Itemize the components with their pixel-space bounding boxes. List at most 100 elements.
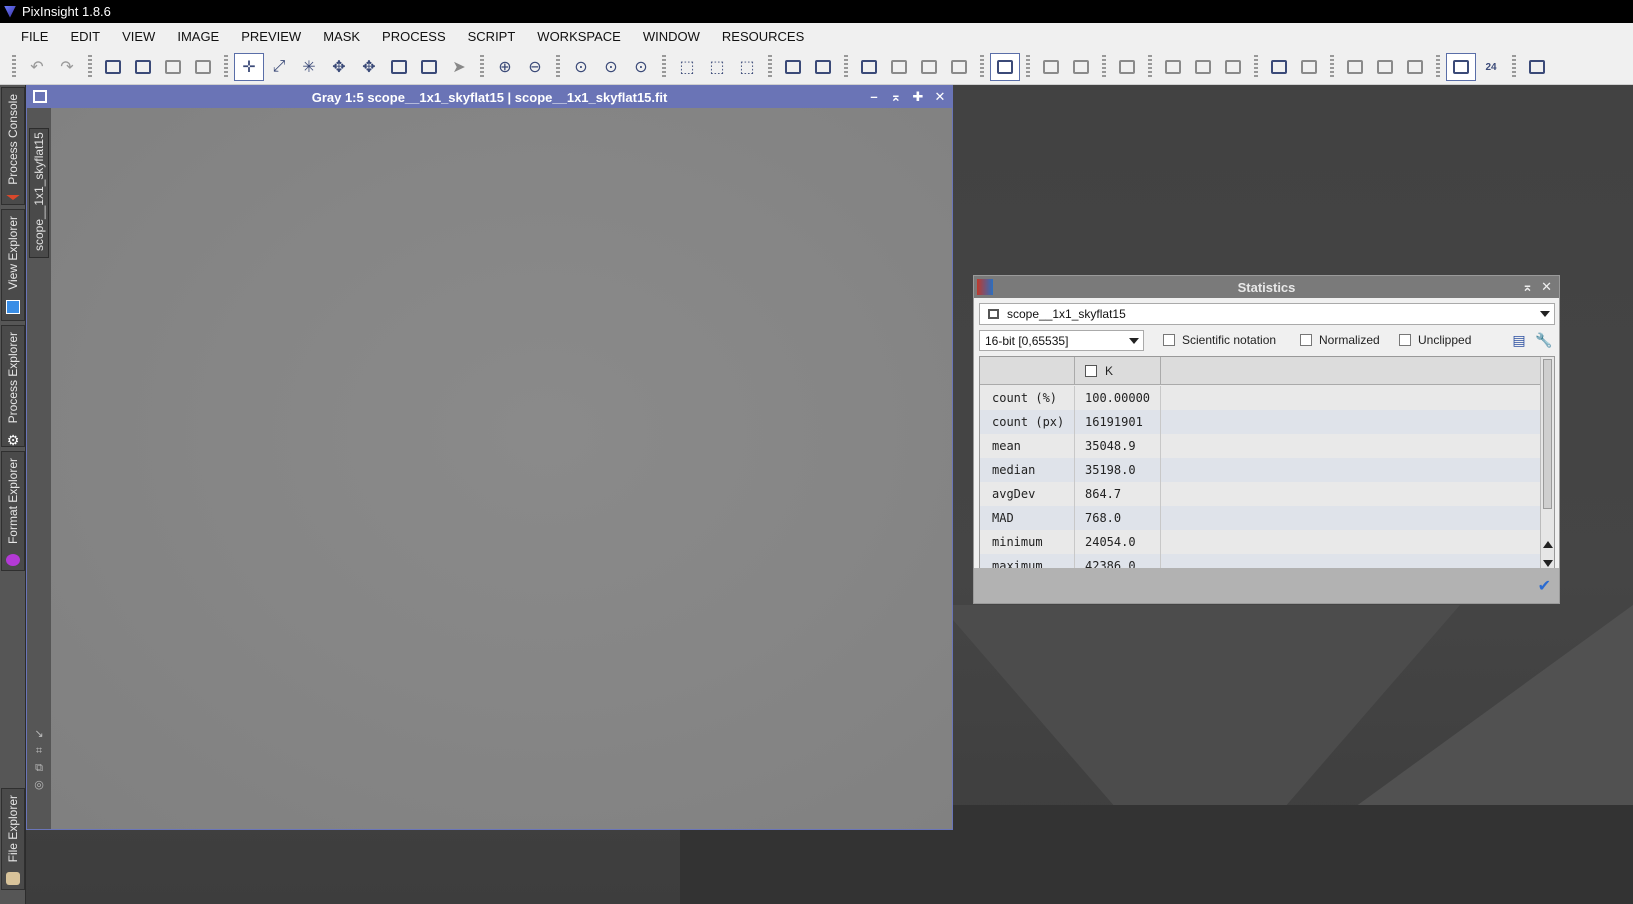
toolbar-grip[interactable] [1102, 55, 1106, 79]
window-icon-b[interactable] [1294, 53, 1324, 81]
cascade-icon[interactable] [808, 53, 838, 81]
menu-resources[interactable]: RESOURCES [711, 23, 815, 50]
unclipped-checkbox[interactable]: Unclipped [1399, 333, 1471, 347]
toolbar-grip[interactable] [768, 55, 772, 79]
toolbar-grip[interactable] [1254, 55, 1258, 79]
window-system-icon[interactable] [33, 90, 47, 103]
close-image-icon[interactable] [188, 53, 218, 81]
mask-edit-icon[interactable] [884, 53, 914, 81]
checkbox-box[interactable] [1163, 334, 1175, 346]
scroll-up-icon[interactable] [1543, 541, 1553, 548]
fit-window-icon[interactable]: ⬚ [702, 53, 732, 81]
tile-icon[interactable] [778, 53, 808, 81]
statistics-dialog[interactable]: Statistics ⌅ ✕ scope__1x1_skyflat15 16-b… [973, 275, 1560, 604]
strip-arrow-icon[interactable]: ↘ [33, 728, 45, 740]
channel-header-k[interactable]: K [1075, 357, 1161, 385]
shade-icon[interactable]: ⌅ [888, 88, 904, 106]
close-icon[interactable]: ✕ [932, 88, 948, 106]
zoom-out-icon[interactable]: ⊖ [520, 53, 550, 81]
menu-mask[interactable]: MASK [312, 23, 371, 50]
toolbar-grip[interactable] [12, 55, 16, 79]
strip-crop-icon[interactable]: ⌗ [33, 745, 45, 757]
strip-clone-icon[interactable]: ⧉ [33, 762, 45, 774]
select-icon[interactable]: ➤ [444, 53, 474, 81]
zoom-fit-icon[interactable]: ⤢ [264, 53, 294, 81]
image-identifier-tab[interactable]: scope__1x1_skyflat15 [29, 128, 49, 258]
close-icon[interactable]: ✕ [1541, 279, 1552, 295]
toolbar-grip[interactable] [980, 55, 984, 79]
stf-reset-icon[interactable] [1066, 53, 1096, 81]
view-select-dropdown[interactable]: scope__1x1_skyflat15 [979, 303, 1555, 325]
new-window-icon[interactable] [128, 53, 158, 81]
exit-icon[interactable] [1522, 53, 1552, 81]
toolbar-grip[interactable] [1330, 55, 1334, 79]
bit-24-icon[interactable]: 24 [1476, 53, 1506, 81]
mask-remove-icon[interactable] [914, 53, 944, 81]
maximize-icon[interactable]: ✚ [910, 88, 926, 106]
channel-checkbox[interactable] [1085, 365, 1097, 377]
image-canvas[interactable] [51, 108, 952, 829]
process-icon-a[interactable] [1158, 53, 1188, 81]
zoom-1-2-icon[interactable]: ⊙ [596, 53, 626, 81]
checkbox-box[interactable] [1399, 334, 1411, 346]
scrollbar-thumb[interactable] [1543, 359, 1552, 509]
scroll-down-icon[interactable] [1543, 560, 1553, 567]
toolbar-grip[interactable] [1436, 55, 1440, 79]
menu-view[interactable]: VIEW [111, 23, 166, 50]
dock-tab-file-explorer[interactable]: File Explorer [1, 788, 25, 890]
expand-icon[interactable]: ⬚ [732, 53, 762, 81]
duplicate-icon[interactable] [158, 53, 188, 81]
preview-icon-b[interactable] [1370, 53, 1400, 81]
menu-preview[interactable]: PREVIEW [230, 23, 312, 50]
toolbar-grip[interactable] [556, 55, 560, 79]
process-icon-c[interactable] [1218, 53, 1248, 81]
new-image-icon[interactable] [98, 53, 128, 81]
strip-target-icon[interactable]: ◎ [33, 779, 45, 791]
image-window-title-bar[interactable]: Gray 1:5 scope__1x1_skyflat15 | scope__1… [27, 86, 952, 108]
toolbar-grip[interactable] [1148, 55, 1152, 79]
process-icon-b[interactable] [1188, 53, 1218, 81]
zoom-in-icon[interactable]: ⊕ [490, 53, 520, 81]
display-icon[interactable] [1446, 53, 1476, 81]
toolbar-grip[interactable] [224, 55, 228, 79]
normalized-checkbox[interactable]: Normalized [1300, 333, 1380, 347]
menu-image[interactable]: IMAGE [166, 23, 230, 50]
new-mask-icon[interactable] [854, 53, 884, 81]
menu-edit[interactable]: EDIT [59, 23, 111, 50]
wrench-icon[interactable]: 🔧 [1534, 331, 1554, 349]
toolbar-grip[interactable] [1512, 55, 1516, 79]
edit-preview-icon[interactable] [414, 53, 444, 81]
zoom-2-1-icon[interactable]: ⊙ [626, 53, 656, 81]
range-select-dropdown[interactable]: 16-bit [0,65535] [979, 330, 1144, 351]
image-window[interactable]: Gray 1:5 scope__1x1_skyflat15 | scope__1… [26, 85, 953, 830]
window-icon-a[interactable] [1264, 53, 1294, 81]
dock-tab-view-explorer[interactable]: View Explorer [1, 209, 25, 321]
table-scrollbar[interactable] [1540, 357, 1554, 572]
apply-check-icon[interactable]: ✔ [1538, 576, 1551, 596]
menu-file[interactable]: FILE [10, 23, 59, 50]
fit-view-icon[interactable]: ⬚ [672, 53, 702, 81]
minimize-icon[interactable]: – [866, 88, 882, 106]
move-icon[interactable]: ✥ [354, 53, 384, 81]
preview-icon-c[interactable] [1400, 53, 1430, 81]
redo-icon[interactable]: ↷ [52, 53, 82, 81]
menu-workspace[interactable]: WORKSPACE [526, 23, 632, 50]
toolbar-grip[interactable] [88, 55, 92, 79]
pan-mode-icon[interactable]: ✥ [324, 53, 354, 81]
toolbar-grip[interactable] [844, 55, 848, 79]
zoom-in-mode-icon[interactable]: ✳ [294, 53, 324, 81]
undo-icon[interactable]: ↶ [22, 53, 52, 81]
mask-invert-icon[interactable] [944, 53, 974, 81]
shade-icon[interactable]: ⌅ [1522, 279, 1533, 295]
dock-tab-format-explorer[interactable]: Format Explorer [1, 451, 25, 571]
statistics-title-bar[interactable]: Statistics ⌅ ✕ [974, 276, 1559, 298]
copy-to-console-icon[interactable]: ▤ [1509, 331, 1529, 349]
stf-icon[interactable] [1036, 53, 1066, 81]
scientific-notation-checkbox[interactable]: Scientific notation [1163, 333, 1276, 347]
history-icon[interactable] [1112, 53, 1142, 81]
zoom-1-1-icon[interactable]: ⊙ [566, 53, 596, 81]
toolbar-grip[interactable] [480, 55, 484, 79]
preview-mode-icon[interactable] [384, 53, 414, 81]
dock-tab-process-explorer[interactable]: Process Explorer ⚙ [1, 325, 25, 447]
checkbox-box[interactable] [1300, 334, 1312, 346]
